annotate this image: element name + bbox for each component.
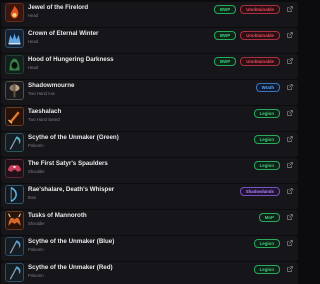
frost-crown-icon [5, 29, 24, 48]
list-item[interactable]: Rae'shalare, Death's Whisper Bow Shadowlan… [1, 184, 298, 209]
list-item[interactable]: The First Satyr's Spaulders Shoulder Legio… [1, 158, 298, 183]
item-type: Head [28, 39, 39, 44]
list-item[interactable]: Shadowmourne Two Hand Axe Wrath [1, 80, 298, 105]
scythe-icon [5, 263, 24, 282]
item-type: Two Hand Axe [28, 91, 56, 96]
item-type: Polearm [28, 273, 44, 278]
item-name[interactable]: Scythe of the Unmaker (Blue) [28, 238, 114, 245]
item-type: Shoulder [28, 169, 45, 174]
list-item[interactable]: Scythe of the Unmaker (Red) Polearm Legion [1, 262, 298, 284]
item-name[interactable]: Shadowmourne [28, 82, 74, 89]
fire-sword-icon [5, 107, 24, 126]
flame-gem-icon [5, 3, 24, 22]
external-link-icon[interactable] [287, 266, 293, 272]
expansion-badge: BWP [213, 31, 237, 40]
item-name[interactable]: Jewel of the Firelord [28, 4, 88, 11]
list-item[interactable]: Scythe of the Unmaker (Green) Polearm Legi… [1, 132, 298, 157]
item-list: Jewel of the Firelord Head BWP Unobtainable… [0, 0, 300, 284]
expansion-badge: BWP [213, 57, 237, 66]
item-type: Head [28, 65, 39, 70]
expansion-badge: Legion [253, 135, 280, 144]
item-type: Head [28, 13, 39, 18]
expansion-badge: Shadowlands [239, 187, 280, 196]
external-link-icon[interactable] [287, 162, 293, 168]
external-link-icon[interactable] [287, 240, 293, 246]
shadow-hood-icon [5, 55, 24, 74]
expansion-badge: Legion [253, 265, 280, 274]
badge-group: Legion [253, 161, 280, 170]
list-item[interactable]: Scythe of the Unmaker (Blue) Polearm Legio… [1, 236, 298, 261]
badge-group: BWP Unobtainable [213, 31, 280, 40]
external-link-icon[interactable] [287, 214, 293, 220]
status-badge: Unobtainable [240, 5, 280, 14]
expansion-badge: MoP [258, 213, 280, 222]
list-item[interactable]: Jewel of the Firelord Head BWP Unobtainable [1, 2, 298, 27]
item-name[interactable]: Tusks of Mannoroth [28, 212, 87, 219]
list-item[interactable]: Taeshalach Two Hand Sword Legion [1, 106, 298, 131]
badge-group: Legion [253, 109, 280, 118]
badge-group: Legion [253, 265, 280, 274]
scythe-icon [5, 133, 24, 152]
list-item[interactable]: Tusks of Mannoroth Shoulder MoP [1, 210, 298, 235]
status-badge: Unobtainable [240, 31, 280, 40]
badge-group: Legion [253, 239, 280, 248]
bow-icon [5, 185, 24, 204]
badge-group: BWP Unobtainable [213, 57, 280, 66]
list-item[interactable]: Crown of Eternal Winter Head BWP Unobtainab… [1, 28, 298, 53]
item-type: Shoulder [28, 221, 45, 226]
item-type: Polearm [28, 143, 44, 148]
external-link-icon[interactable] [287, 188, 293, 194]
item-name[interactable]: Hood of Hungering Darkness [28, 56, 114, 63]
tusks-icon [5, 211, 24, 230]
external-link-icon[interactable] [287, 6, 293, 12]
badge-group: Legion [253, 135, 280, 144]
list-item[interactable]: Hood of Hungering Darkness Head BWP Unobtai… [1, 54, 298, 79]
item-type: Polearm [28, 247, 44, 252]
external-link-icon[interactable] [287, 84, 293, 90]
badge-group: MoP [258, 213, 280, 222]
external-link-icon[interactable] [287, 136, 293, 142]
item-name[interactable]: Scythe of the Unmaker (Red) [28, 264, 113, 271]
expansion-badge: Legion [253, 109, 280, 118]
item-name[interactable]: Crown of Eternal Winter [28, 30, 98, 37]
item-type: Two Hand Sword [28, 117, 60, 122]
spaulders-icon [5, 159, 24, 178]
badge-group: BWP Unobtainable [213, 5, 280, 14]
item-name[interactable]: Scythe of the Unmaker (Green) [28, 134, 119, 141]
external-link-icon[interactable] [287, 58, 293, 64]
scythe-icon [5, 237, 24, 256]
item-name[interactable]: Taeshalach [28, 108, 61, 115]
external-link-icon[interactable] [287, 32, 293, 38]
badge-group: Wrath [255, 83, 280, 92]
expansion-badge: Legion [253, 239, 280, 248]
item-type: Bow [28, 195, 37, 200]
item-name[interactable]: Rae'shalare, Death's Whisper [28, 186, 114, 193]
expansion-badge: Legion [253, 161, 280, 170]
expansion-badge: BWP [213, 5, 237, 14]
status-badge: Unobtainable [240, 57, 280, 66]
external-link-icon[interactable] [287, 110, 293, 116]
expansion-badge: Wrath [255, 83, 280, 92]
axe-icon [5, 81, 24, 100]
item-name[interactable]: The First Satyr's Spaulders [28, 160, 108, 167]
badge-group: Shadowlands [239, 187, 280, 196]
